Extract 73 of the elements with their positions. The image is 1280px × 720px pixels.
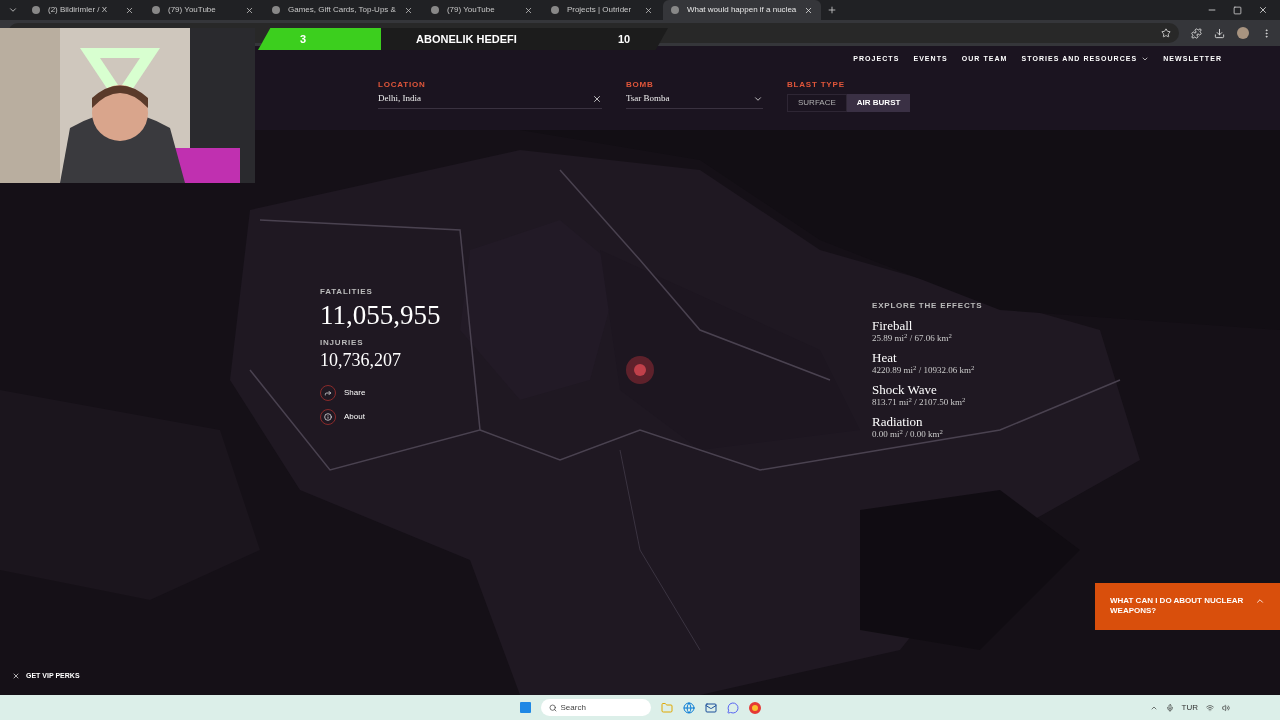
goal-target: 10: [618, 31, 631, 47]
effect-area: 25.89 mi$^{2}$ / 67.06 km$^{2}$: [872, 333, 983, 344]
close-icon[interactable]: [643, 5, 653, 15]
browser-icon[interactable]: [682, 701, 695, 714]
wifi-icon[interactable]: [1206, 703, 1214, 712]
tab-favicon-icon: [272, 6, 280, 14]
field-label: LOCATION: [378, 78, 427, 91]
bookmark-star-icon[interactable]: [1161, 28, 1171, 38]
profile-avatar-icon[interactable]: [1237, 27, 1249, 39]
download-icon[interactable]: [1214, 27, 1225, 39]
extensions-icon[interactable]: [1191, 27, 1202, 39]
blast-type-toggle[interactable]: SURFACE: [787, 93, 847, 112]
tab-list-icon[interactable]: [8, 5, 18, 15]
effects-heading: EXPLORE THE EFFECTS: [872, 300, 983, 312]
goal-current: 3: [300, 31, 307, 47]
tab-favicon-icon: [152, 6, 160, 14]
tab-favicon-icon: [670, 6, 679, 14]
stat-label: FATALITIES: [320, 286, 374, 298]
fatalities-count: 11,055,955: [320, 299, 441, 332]
close-icon[interactable]: [403, 5, 413, 15]
close-icon[interactable]: [12, 671, 20, 680]
clear-icon[interactable]: [592, 94, 602, 104]
caret-icon: [753, 94, 763, 104]
field-label: BLAST TYPE: [787, 78, 846, 91]
tab-title: (2) Bildirimler / X: [48, 4, 109, 16]
maximize-icon[interactable]: [1233, 5, 1242, 15]
taskbar-search-field[interactable]: Search: [540, 699, 651, 716]
language-indicator[interactable]: TUR: [1181, 701, 1198, 714]
effect-area: 813.71 mi$^{2}$ / 2107.50 km$^{2}$: [872, 397, 983, 408]
tab-favicon-icon: [550, 6, 559, 14]
blast-type-toggle[interactable]: AIR BURST: [846, 93, 911, 112]
browser-tab[interactable]: (2) Bildirimler / X: [24, 0, 142, 20]
search-input[interactable]: Search: [560, 701, 641, 714]
location-field[interactable]: Delhi, India: [378, 90, 602, 109]
volume-icon[interactable]: [1222, 703, 1230, 712]
action-link[interactable]: About: [320, 409, 441, 425]
tab-favicon-icon: [32, 6, 40, 14]
help-panel[interactable]: WHAT CAN I DO ABOUT NUCLEAR WEAPONS?: [1095, 583, 1280, 630]
effect-name[interactable]: Heat: [872, 350, 983, 365]
new-tab-icon[interactable]: [827, 5, 838, 15]
close-icon[interactable]: [804, 5, 814, 15]
tab-title: (79) YouTube: [446, 4, 496, 16]
close-icon[interactable]: [245, 5, 254, 15]
start-icon[interactable]: [519, 702, 531, 713]
chevron-icon: [1255, 596, 1265, 606]
mail-icon[interactable]: [704, 701, 717, 714]
browser-tab[interactable]: Games, Gift Cards, Top-Ups &: [264, 0, 421, 20]
browser-tab[interactable]: What would happen if a nuclea: [662, 0, 822, 20]
effect-name[interactable]: Shock Wave: [872, 382, 983, 397]
tab-title: What would happen if a nuclea: [686, 4, 797, 16]
action-link[interactable]: Share: [320, 385, 441, 401]
tab-title: Games, Gift Cards, Top-Ups &: [288, 4, 396, 16]
tab-title: Projects | Outrider: [566, 4, 633, 16]
effect-area: 4220.89 mi$^{2}$ / 10932.06 km$^{2}$: [872, 365, 983, 376]
close-icon[interactable]: [125, 5, 134, 15]
stat-label: INJURIES: [320, 337, 365, 349]
close-icon[interactable]: [523, 5, 533, 15]
search-icon: [548, 703, 557, 712]
effect-name[interactable]: Radiation: [872, 414, 983, 429]
field-label: BOMB: [626, 78, 655, 91]
browser-tab[interactable]: Projects | Outrider: [542, 0, 661, 20]
close-icon[interactable]: [1258, 5, 1268, 15]
effect-name[interactable]: Fireball: [872, 318, 983, 333]
browser-tab[interactable]: (79) YouTube: [422, 0, 541, 20]
tab-title: (79) YouTube: [168, 4, 217, 16]
browser-tab[interactable]: (79) YouTube: [144, 0, 262, 20]
injuries-count: 10,736,207: [320, 349, 402, 371]
chat-icon[interactable]: [726, 701, 739, 714]
microphone-icon[interactable]: [1165, 703, 1174, 712]
bomb-dropdown[interactable]: Tsar Bomba: [626, 90, 763, 109]
effect-area: 0.00 mi$^{2}$ / 0.00 km$^{2}$: [872, 429, 983, 440]
goal-title: ABONELIK HEDEFI: [416, 31, 517, 47]
tab-favicon-icon: [430, 6, 439, 14]
